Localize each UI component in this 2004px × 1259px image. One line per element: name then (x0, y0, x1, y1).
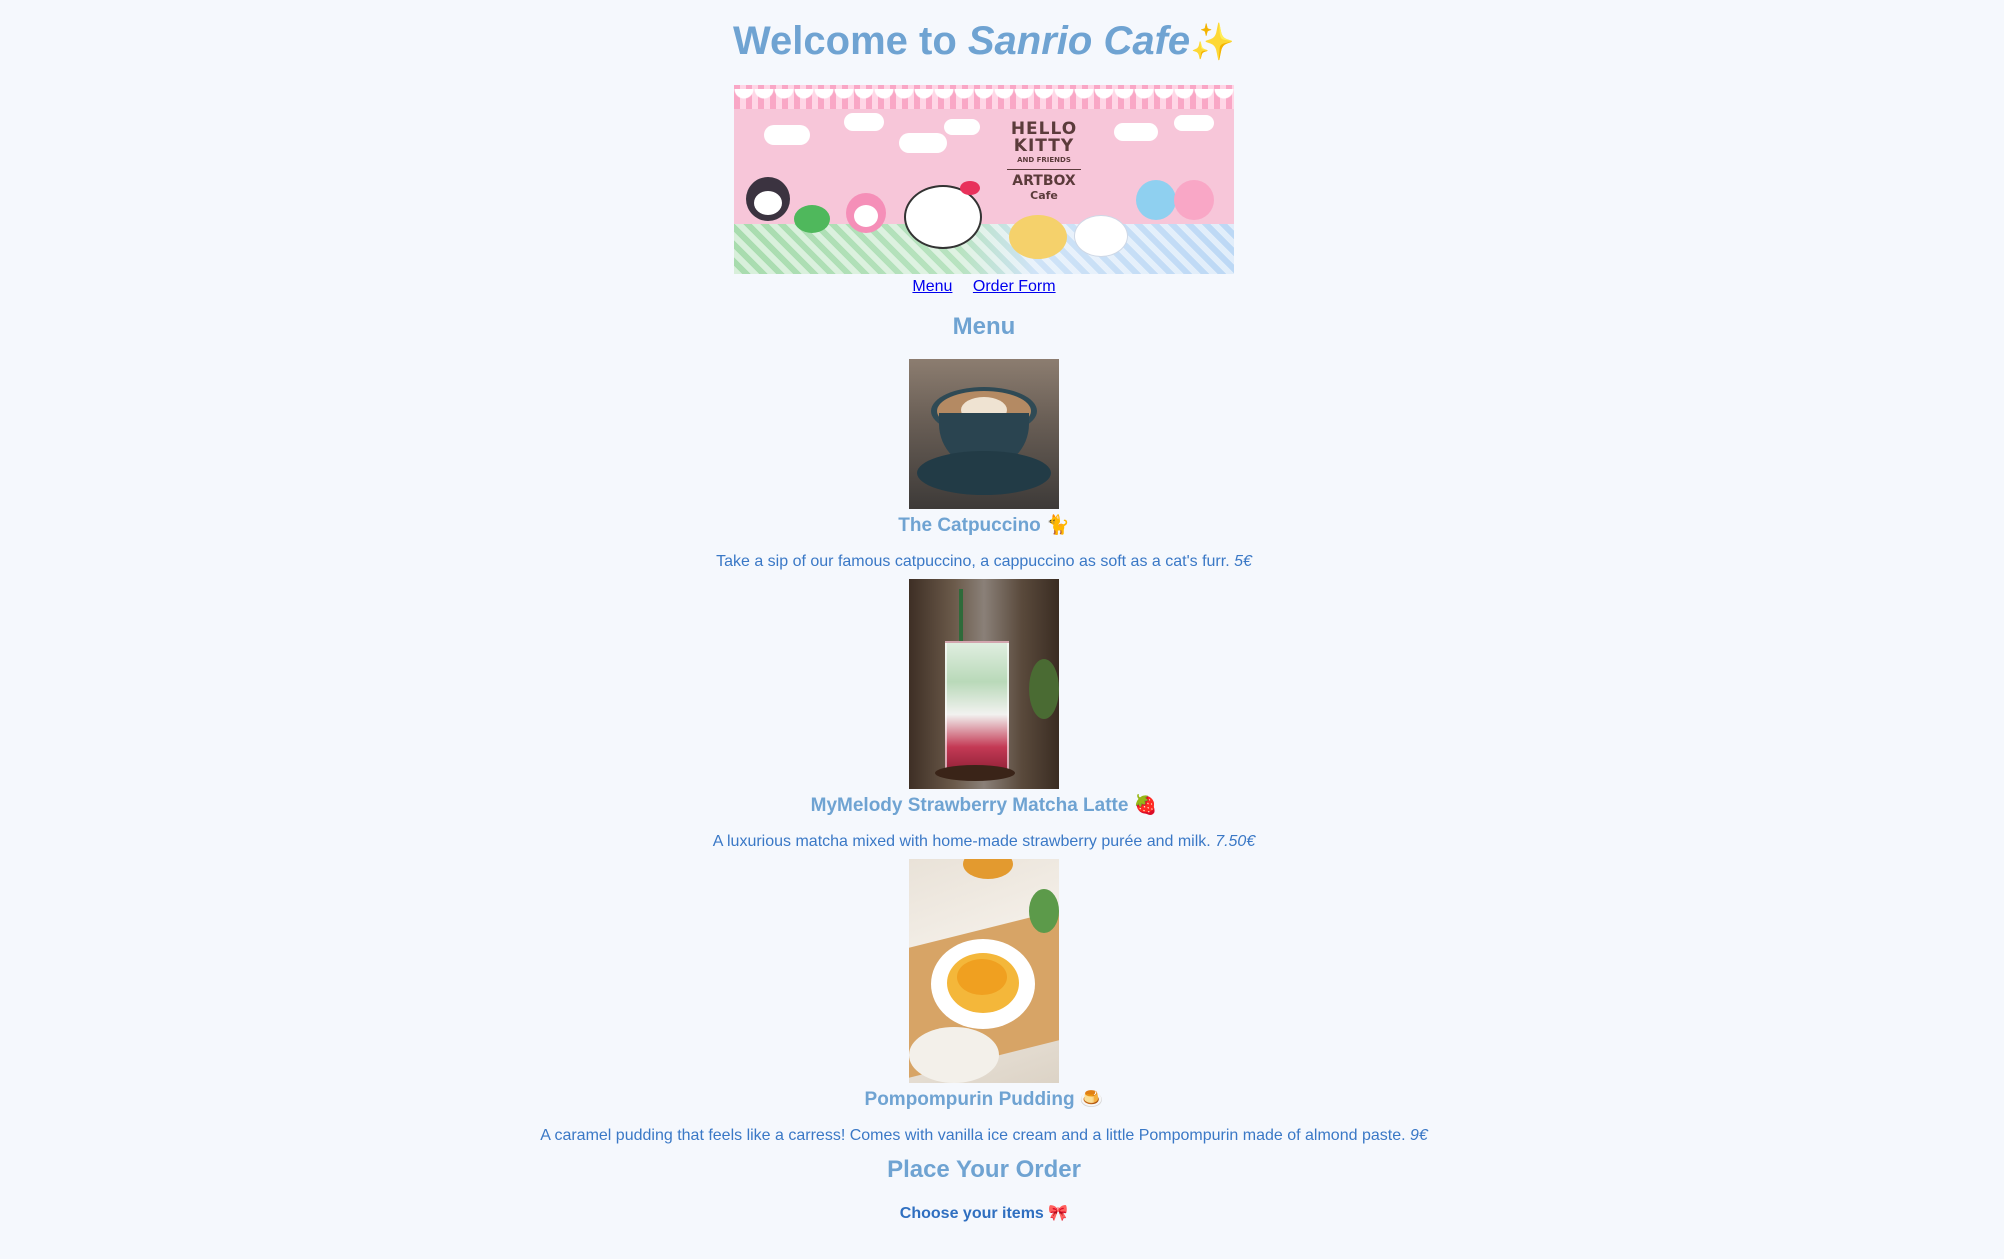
banner-logo: HELLO KITTY AND FRIENDS ARTBOX Cafe (999, 121, 1089, 202)
pompompurin-character (1009, 215, 1067, 259)
item-price: 7.50€ (1215, 833, 1256, 850)
nav-link-order-form[interactable]: Order Form (973, 278, 1056, 295)
cinnamoroll-character (1074, 215, 1128, 257)
kiki-character (1136, 180, 1176, 220)
page-title: Welcome to Sanrio Cafe✨ (0, 0, 1968, 65)
item-name-pompompurin-pudding: Pompompurin Pudding 🍮 (864, 1089, 1104, 1110)
sparkle-icon: ✨ (1190, 21, 1235, 62)
main-nav: Menu Order Form (0, 276, 1968, 298)
hello-kitty-bow (960, 181, 980, 195)
item-price: 5€ (1234, 553, 1252, 570)
cafe-name: Sanrio Cafe (967, 19, 1191, 63)
kuromi-face (754, 191, 782, 215)
item-price: 9€ (1409, 1127, 1428, 1144)
banner-scallop-border (734, 85, 1234, 109)
cloud-shape (1174, 115, 1214, 131)
page: Welcome to Sanrio Cafe✨ HELLO KITTY AND … (0, 0, 1968, 1259)
item-desc-strawberry-matcha: A luxurious matcha mixed with home-made … (712, 833, 1256, 850)
welcome-prefix: Welcome to (733, 19, 968, 63)
item-desc-pompompurin-pudding: A caramel pudding that feels like a carr… (540, 1127, 1428, 1144)
choose-items-label: Choose your items 🎀 (899, 1205, 1069, 1222)
item-desc-catpuccino: Take a sip of our famous catpuccino, a c… (716, 553, 1252, 570)
lala-character (1174, 180, 1214, 220)
item-name-catpuccino: The Catpuccino 🐈 (898, 515, 1070, 536)
menu-heading: Menu (952, 313, 1016, 340)
hero-banner-image: HELLO KITTY AND FRIENDS ARTBOX Cafe (734, 85, 1234, 274)
nav-link-menu[interactable]: Menu (912, 278, 952, 295)
cloud-shape (944, 119, 980, 135)
strawberry-matcha-latte-photo (909, 579, 1059, 789)
cloud-shape (764, 125, 810, 145)
item-name-strawberry-matcha: MyMelody Strawberry Matcha Latte 🍓 (810, 795, 1158, 816)
pompompurin-pudding-photo (909, 859, 1059, 1083)
cloud-shape (844, 113, 884, 131)
order-heading: Place Your Order (887, 1156, 1081, 1183)
cloud-shape (1114, 123, 1158, 141)
catpuccino-photo (909, 359, 1059, 509)
cloud-shape (899, 133, 947, 153)
keroppi-character (794, 205, 830, 233)
my-melody-face (854, 205, 878, 227)
